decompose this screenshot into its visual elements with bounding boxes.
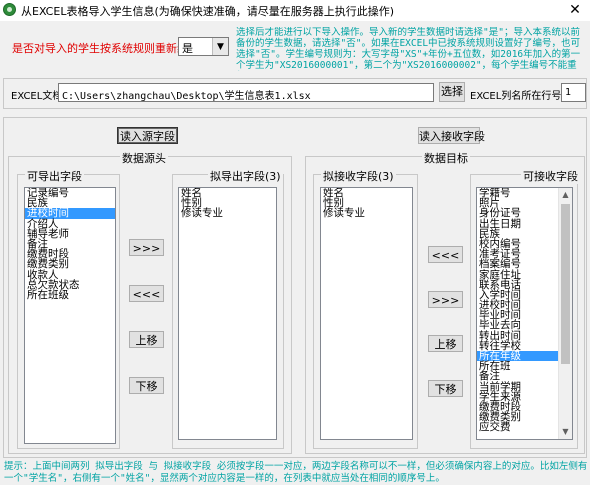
chevron-down-icon[interactable]: ▼: [212, 38, 228, 55]
list-item[interactable]: 缴费类别: [25, 259, 115, 270]
move-down-button-target[interactable]: 下移: [428, 380, 463, 397]
move-left-button-source[interactable]: <<<: [129, 285, 164, 302]
app-icon: [3, 3, 16, 16]
scroll-thumb[interactable]: [561, 204, 570, 364]
available-export-title: 可导出字段: [25, 168, 84, 184]
header-row-field[interactable]: 1: [561, 83, 586, 102]
browse-button[interactable]: 选择: [439, 82, 465, 102]
move-left-button-target[interactable]: <<<: [428, 246, 463, 263]
renumber-label: 是否对导入的学生按系统规则重新编号: [12, 42, 199, 55]
available-receive-title: 可接收字段: [521, 168, 580, 184]
move-up-button-target[interactable]: 上移: [428, 335, 463, 352]
export-list[interactable]: 姓名 性别 修读专业: [178, 187, 277, 440]
move-down-button-source[interactable]: 下移: [129, 377, 164, 394]
excel-file-label: EXCEL文档: [11, 91, 63, 102]
receive-title: 拟接收字段(3): [321, 168, 396, 184]
scroll-up-icon[interactable]: ▲: [559, 188, 572, 202]
available-export-list[interactable]: 记录编号 民族 进校时间 介绍人 辅导老师 备注 缴费时段 缴费类别 收款人 总欠款状态 所在班级: [24, 187, 116, 444]
list-item[interactable]: 所在班级: [25, 290, 115, 301]
hint-text: 提示：上面中间两列 拟导出字段 与 拟接收字段 必须按字段一一对应，两边字段名称…: [4, 461, 588, 484]
window-title: 从EXCEL表格导入学生信息(为确保快速准确，请尽量在服务器上执行此操作): [21, 5, 395, 18]
load-source-fields-button[interactable]: 读入源字段: [117, 127, 178, 144]
scroll-down-icon[interactable]: ▼: [559, 425, 572, 439]
renumber-value: 是: [182, 42, 193, 55]
title-bar: 从EXCEL表格导入学生信息(为确保快速准确，请尽量在服务器上执行此操作) ✕: [0, 0, 590, 21]
load-target-fields-button[interactable]: 读入接收字段: [418, 127, 485, 144]
list-item[interactable]: 修读专业: [179, 208, 276, 219]
move-right-button-source[interactable]: >>>: [129, 239, 164, 256]
renumber-select[interactable]: 是 ▼: [178, 37, 229, 56]
available-receive-list[interactable]: 学籍号 照片 身份证号 出生日期 民族 校内编号 准考证号 档案编号 家庭住址 联系电话 入学时间进…: [476, 187, 573, 440]
move-up-button-source[interactable]: 上移: [129, 331, 164, 348]
list-scrollbar[interactable]: ▲ ▼: [558, 188, 572, 439]
export-title: 拟导出字段(3): [208, 168, 283, 184]
list-item[interactable]: 应交费: [477, 422, 558, 433]
excel-path-field[interactable]: C:\Users\zhangchau\Desktop\学生信息表1.xlsx: [58, 83, 434, 102]
source-group-title: 数据源头: [120, 150, 168, 166]
close-icon[interactable]: ✕: [560, 0, 590, 20]
move-right-button-target[interactable]: >>>: [428, 291, 463, 308]
list-item[interactable]: 档案编号: [477, 259, 558, 270]
renumber-help-text: 选择后才能进行以下导入操作。导入新的学生数据时请选择"是"；导入本系统以前备份的…: [236, 27, 581, 71]
target-group-title: 数据目标: [422, 150, 470, 166]
receive-list[interactable]: 姓名 性别 修读专业: [320, 187, 413, 440]
header-row-label: EXCEL列名所在行号: [470, 91, 562, 102]
list-item[interactable]: 修读专业: [321, 208, 412, 219]
